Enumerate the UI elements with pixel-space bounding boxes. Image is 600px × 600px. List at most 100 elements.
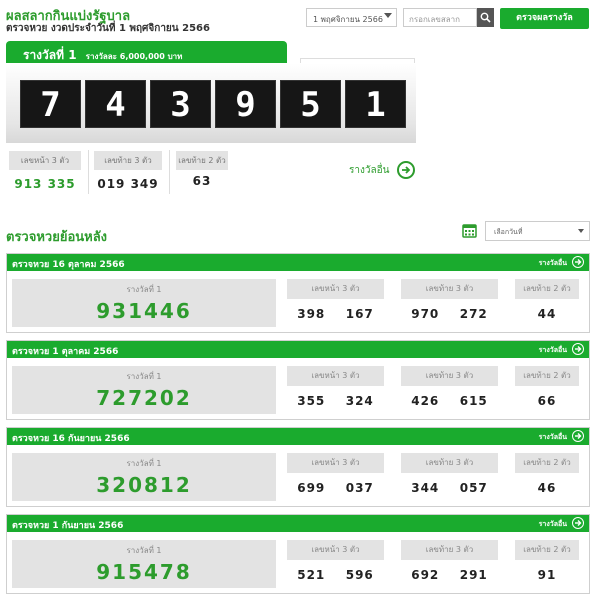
- last-3-value: 291: [459, 568, 488, 582]
- prize-digit: 4: [85, 80, 146, 128]
- last-3-box: เลขท้าย 3 ตัว 970 272: [401, 279, 498, 321]
- first-prize-box: รางวัลที่ 1 931446: [12, 279, 276, 327]
- first-prize-value: 931446: [96, 299, 192, 323]
- history-card-header: ตรวจหวย 1 กันยายน 2566 รางวัลอื่น: [7, 515, 589, 532]
- history-card-header: ตรวจหวย 16 ตุลาคม 2566 รางวัลอื่น: [7, 254, 589, 271]
- check-results-button[interactable]: ตรวจผลรางวัล: [500, 8, 589, 29]
- chevron-down-icon: [384, 13, 392, 18]
- last-2-label: เลขท้าย 2 ตัว: [515, 453, 579, 473]
- front-3-box: เลขหน้า 3 ตัว 521 596: [287, 540, 384, 582]
- last-3-value: 426: [411, 394, 440, 408]
- last-2-value: 44: [537, 307, 557, 321]
- history-card-title: ตรวจหวย 1 กันยายน 2566: [12, 521, 124, 531]
- last-3-label: เลขท้าย 3 ตัว: [401, 366, 498, 386]
- prize-digit: 9: [215, 80, 276, 128]
- ticket-number-input[interactable]: กรอกเลขสลาก: [403, 8, 477, 27]
- front-3-label: เลขหน้า 3 ตัว: [287, 279, 384, 299]
- front-3-label: เลขหน้า 3 ตัว: [287, 453, 384, 473]
- last-3-value: 970: [411, 307, 440, 321]
- last-3-label: เลขท้าย 3 ตัว: [401, 279, 498, 299]
- prize-digit: 3: [150, 80, 211, 128]
- front-3-value: 167: [345, 307, 374, 321]
- history-card: ตรวจหวย 1 กันยายน 2566 รางวัลอื่น รางวัล…: [6, 514, 590, 594]
- first-prize-amount: รางวัลละ 6,000,000 บาท: [85, 52, 183, 61]
- front-3-label: เลขหน้า 3 ตัว: [287, 366, 384, 386]
- last-3-label: เลขท้าย 3 ตัว: [401, 540, 498, 560]
- history-card-title: ตรวจหวย 1 ตุลาคม 2566: [12, 347, 119, 357]
- last-2-label: เลขท้าย 2 ตัว: [515, 540, 579, 560]
- first-prize-label: รางวัลที่ 1: [126, 459, 162, 468]
- divider: [88, 150, 89, 194]
- first-prize-box: รางวัลที่ 1 727202: [12, 366, 276, 414]
- front-3-value: 699: [297, 481, 326, 495]
- front-3-value: 324: [345, 394, 374, 408]
- arrow-right-circle-icon[interactable]: [572, 343, 584, 355]
- last-3-value: 344: [411, 481, 440, 495]
- first-prize-value: 915478: [96, 560, 192, 584]
- front-3-box: เลขหน้า 3 ตัว 355 324: [287, 366, 384, 408]
- draw-date-value: 1 พฤศจิกายน 2566: [313, 15, 383, 24]
- history-card-title: ตรวจหวย 16 ตุลาคม 2566: [12, 260, 125, 270]
- last-2-box: เลขท้าย 2 ตัว 66: [515, 366, 579, 408]
- history-card: ตรวจหวย 16 กันยายน 2566 รางวัลอื่น รางวั…: [6, 427, 590, 507]
- last-3-label: เลขท้าย 3 ตัว: [94, 151, 162, 170]
- last-3-box: เลขท้าย 3 ตัว 426 615: [401, 366, 498, 408]
- last-3-label: เลขท้าย 3 ตัว: [401, 453, 498, 473]
- arrow-right-circle-icon[interactable]: [397, 161, 415, 179]
- other-prizes-link[interactable]: รางวัลอื่น: [539, 432, 567, 443]
- front-3-box: เลขหน้า 3 ตัว 699 037: [287, 453, 384, 495]
- arrow-right-circle-icon[interactable]: [572, 256, 584, 268]
- first-prize-digits: 7 4 3 9 5 1: [20, 80, 406, 128]
- history-title: ตรวจหวยย้อนหลัง: [6, 230, 108, 245]
- history-card: ตรวจหวย 16 ตุลาคม 2566 รางวัลอื่น รางวัล…: [6, 253, 590, 333]
- history-date-select[interactable]: เลือกวันที่: [485, 221, 590, 241]
- first-prize-value: 727202: [96, 386, 192, 410]
- front-3-value: 398: [297, 307, 326, 321]
- first-prize-tab[interactable]: รางวัลที่ 1 รางวัลละ 6,000,000 บาท: [6, 41, 287, 63]
- last-3-value: 692: [411, 568, 440, 582]
- first-prize-box: รางวัลที่ 1 915478: [12, 540, 276, 588]
- last-2-box: เลขท้าย 2 ตัว 44: [515, 279, 579, 321]
- front-3-value: 355: [297, 394, 326, 408]
- divider: [169, 150, 170, 194]
- first-prize-label: รางวัลที่ 1: [126, 372, 162, 381]
- first-prize-label: รางวัลที่ 1: [126, 546, 162, 555]
- last-2-value: 91: [537, 568, 557, 582]
- first-prize-tab-label: รางวัลที่ 1: [23, 48, 77, 62]
- last-2-box: เลขท้าย 2 ตัว 91: [515, 540, 579, 582]
- other-prizes-link[interactable]: รางวัลอื่น: [539, 519, 567, 530]
- arrow-right-circle-icon[interactable]: [572, 517, 584, 529]
- other-prizes-link[interactable]: รางวัลอื่น: [349, 163, 389, 178]
- front-3-value: 037: [345, 481, 374, 495]
- prize-digit: 7: [20, 80, 81, 128]
- arrow-right-circle-icon[interactable]: [572, 430, 584, 442]
- last-3-value: 615: [459, 394, 488, 408]
- front-3-prize: เลขหน้า 3 ตัว 913 335: [9, 151, 81, 191]
- last-2-value: 46: [537, 481, 557, 495]
- front-3-label: เลขหน้า 3 ตัว: [287, 540, 384, 560]
- page-subtitle: ตรวจหวย งวดประจำวันที่ 1 พฤศจิกายน 2566: [6, 23, 210, 34]
- other-prizes-link[interactable]: รางวัลอื่น: [539, 258, 567, 269]
- front-3-value: 913 335: [14, 177, 76, 191]
- last-3-box: เลขท้าย 3 ตัว 692 291: [401, 540, 498, 582]
- chevron-down-icon: [578, 229, 584, 233]
- front-3-label: เลขหน้า 3 ตัว: [9, 151, 81, 170]
- last-2-value: 66: [537, 394, 557, 408]
- history-card-header: ตรวจหวย 1 ตุลาคม 2566 รางวัลอื่น: [7, 341, 589, 358]
- first-prize-value: 320812: [96, 473, 192, 497]
- last-2-label: เลขท้าย 2 ตัว: [515, 366, 579, 386]
- last-3-box: เลขท้าย 3 ตัว 344 057: [401, 453, 498, 495]
- front-3-value: 596: [345, 568, 374, 582]
- last-3-value: 057: [459, 481, 488, 495]
- other-prizes-link[interactable]: รางวัลอื่น: [539, 345, 567, 356]
- prize-digit: 1: [345, 80, 406, 128]
- search-icon: [480, 12, 491, 23]
- calendar-icon[interactable]: [462, 223, 477, 242]
- last-2-box: เลขท้าย 2 ตัว 46: [515, 453, 579, 495]
- draw-date-select[interactable]: 1 พฤศจิกายน 2566: [306, 8, 397, 27]
- last-3-value: 272: [459, 307, 488, 321]
- search-button[interactable]: [477, 8, 494, 27]
- last-2-label: เลขท้าย 2 ตัว: [176, 151, 228, 170]
- last-3-prize: เลขท้าย 3 ตัว 019 349: [94, 151, 162, 191]
- last-2-label: เลขท้าย 2 ตัว: [515, 279, 579, 299]
